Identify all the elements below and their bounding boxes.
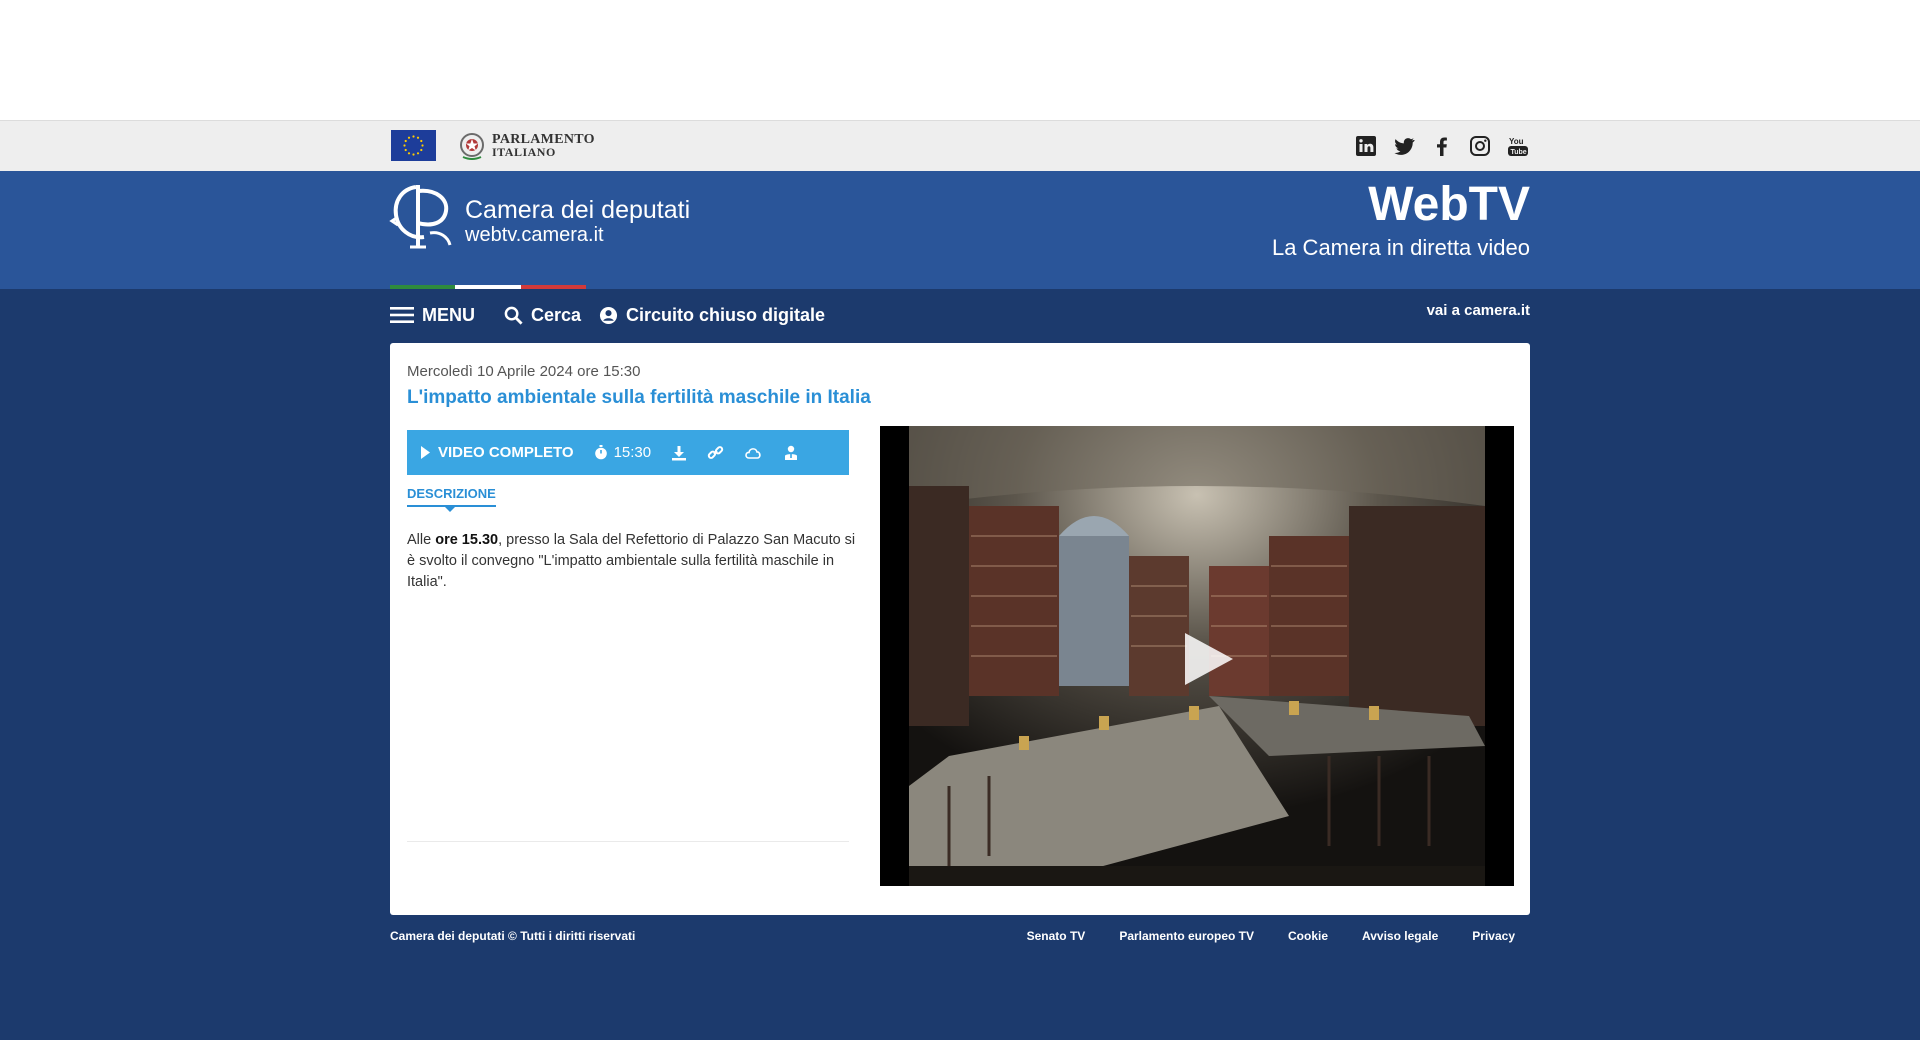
footer-links: Senato TV Parlamento europeo TV Cookie A… (1027, 929, 1515, 943)
footer-link-parlamento-europeo-tv[interactable]: Parlamento europeo TV (1119, 929, 1254, 943)
speakers-button[interactable] (784, 445, 798, 460)
social-links: You Tube (1354, 134, 1530, 158)
tab-descrizione[interactable]: DESCRIZIONE (407, 486, 496, 507)
menu-button[interactable]: MENU (390, 303, 475, 327)
play-button-icon[interactable] (1177, 629, 1237, 689)
webtv-tagline: La Camera in diretta video (1271, 235, 1530, 260)
video-completo-button[interactable]: VIDEO COMPLETO (421, 444, 574, 461)
user-circle-icon (599, 306, 618, 324)
facebook-icon[interactable] (1430, 134, 1454, 158)
eu-flag-icon[interactable] (391, 130, 436, 161)
linkedin-icon[interactable] (1354, 134, 1378, 158)
event-title[interactable]: L'impatto ambientale sulla fertilità mas… (407, 387, 871, 409)
circuito-label: Circuito chiuso digitale (626, 304, 826, 325)
site-header: Camera dei deputati webtv.camera.it WebT… (0, 171, 1920, 289)
description-bold: ore 15.30 (435, 532, 499, 548)
duration-text: 15:30 (613, 444, 652, 461)
camera-logo-icon[interactable] (388, 181, 456, 253)
copyright: Camera dei deputati © Tutti i diritti ri… (390, 929, 636, 943)
site-url[interactable]: webtv.camera.it (465, 223, 604, 247)
italian-emblem-icon (460, 133, 484, 160)
tab-caret-icon (445, 507, 455, 512)
event-date: Mercoledì 10 Aprile 2024 ore 15:30 (407, 363, 641, 380)
footer-link-avviso-legale[interactable]: Avviso legale (1362, 929, 1438, 943)
circuito-chiuso-link[interactable]: Circuito chiuso digitale (599, 303, 825, 327)
webtv-title[interactable]: WebTV (1368, 177, 1530, 233)
content-divider (407, 841, 849, 842)
top-bar: PARLAMENTO ITALIANO You Tube (0, 120, 1920, 171)
person-icon (785, 445, 798, 460)
content-card: Mercoledì 10 Aprile 2024 ore 15:30 L'imp… (390, 343, 1530, 915)
hamburger-icon (390, 307, 414, 323)
search-button[interactable]: Cerca (504, 303, 581, 327)
footer-link-cookie[interactable]: Cookie (1288, 929, 1328, 943)
search-icon (504, 306, 523, 325)
brand-line2: ITALIANO (492, 145, 556, 159)
video-player[interactable] (880, 426, 1514, 886)
stopwatch-icon (594, 445, 607, 460)
download-icon (672, 445, 687, 460)
main-nav: MENU Cerca Circuito chiuso digitale vai … (0, 289, 1920, 341)
download-button[interactable] (671, 445, 687, 461)
cloud-icon (745, 447, 761, 459)
top-whitespace (0, 0, 1920, 120)
menu-label: MENU (422, 304, 475, 325)
site-title[interactable]: Camera dei deputati (465, 196, 690, 224)
play-triangle-icon (421, 446, 430, 459)
parlamento-italiano-logo[interactable]: PARLAMENTO ITALIANO (457, 129, 595, 163)
svg-text:Tube: Tube (1511, 149, 1527, 156)
youtube-icon[interactable]: You Tube (1506, 134, 1530, 158)
svg-text:You: You (1509, 137, 1524, 146)
video-toolbar: VIDEO COMPLETO 15:30 (407, 430, 849, 475)
instagram-icon[interactable] (1468, 134, 1492, 158)
link-button[interactable] (707, 444, 724, 461)
twitter-icon[interactable] (1392, 134, 1416, 158)
search-label: Cerca (531, 304, 582, 325)
event-description: Alle ore 15.30, presso la Sala del Refet… (407, 530, 857, 593)
footer-link-privacy[interactable]: Privacy (1472, 929, 1515, 943)
duration: 15:30 (594, 444, 652, 461)
cloud-audio-button[interactable] (744, 446, 764, 460)
vai-a-camera-link[interactable]: vai a camera.it (1427, 302, 1530, 319)
link-icon (707, 446, 724, 459)
description-part1: Alle (407, 532, 436, 548)
video-completo-label: VIDEO COMPLETO (438, 444, 574, 461)
footer-link-senato-tv[interactable]: Senato TV (1027, 929, 1086, 943)
